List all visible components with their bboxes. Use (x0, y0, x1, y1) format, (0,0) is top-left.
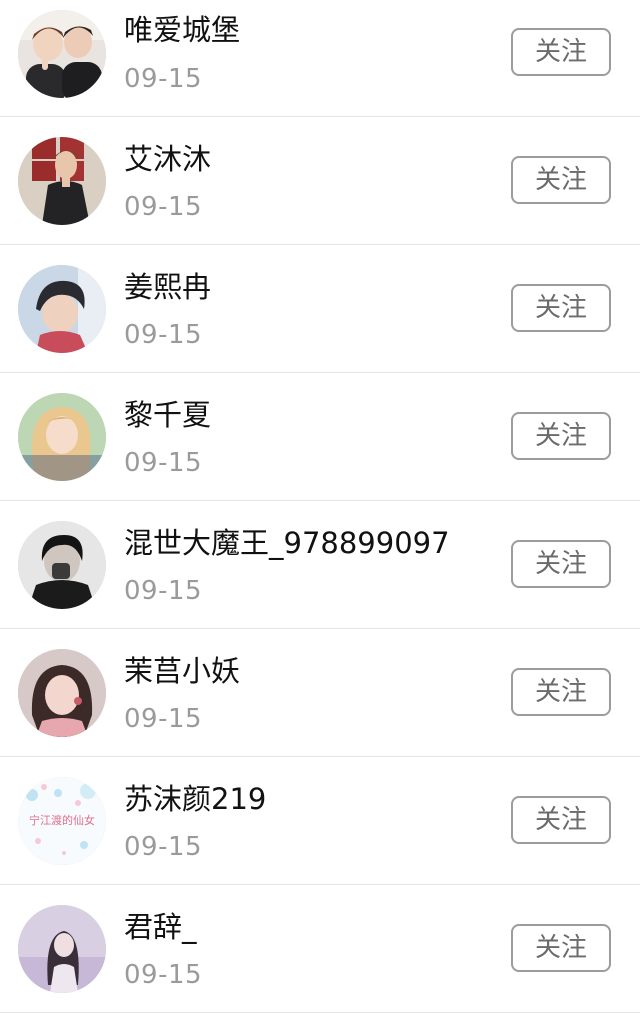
avatar[interactable] (18, 521, 106, 609)
avatar-girl-violet-icon (18, 905, 106, 993)
follow-button[interactable]: 关注 (511, 284, 611, 332)
list-item[interactable]: 宁江渡的仙女 苏沫颜219 09-15 关注 (0, 757, 640, 885)
list-item[interactable]: 唯爱城堡 09-15 关注 (0, 0, 640, 117)
avatar-boy-soft-hair-icon (18, 265, 106, 353)
follow-date: 09-15 (124, 576, 203, 606)
avatar-two-boys-icon (18, 10, 106, 98)
user-name: 混世大魔王_978899097 (124, 526, 450, 560)
follow-date: 09-15 (124, 448, 203, 478)
follow-button[interactable]: 关注 (511, 28, 611, 76)
follow-button[interactable]: 关注 (511, 540, 611, 588)
avatar[interactable] (18, 393, 106, 481)
avatar-boy-black-jacket-icon (18, 137, 106, 225)
follow-button[interactable]: 关注 (511, 156, 611, 204)
follow-date: 09-15 (124, 192, 203, 222)
user-name: 君辞_ (124, 910, 197, 944)
avatar-text: 宁江渡的仙女 (29, 813, 95, 827)
follow-button[interactable]: 关注 (511, 924, 611, 972)
avatar-girl-pink-icon (18, 649, 106, 737)
follow-date: 09-15 (124, 64, 203, 94)
list-item[interactable]: 黎千夏 09-15 关注 (0, 373, 640, 501)
avatar[interactable] (18, 10, 106, 98)
avatar[interactable] (18, 137, 106, 225)
list-item[interactable]: 混世大魔王_978899097 09-15 关注 (0, 501, 640, 629)
avatar-blonde-girl-icon (18, 393, 106, 481)
avatar[interactable] (18, 649, 106, 737)
user-name: 姜熙冉 (124, 270, 212, 304)
follow-date: 09-15 (124, 320, 203, 350)
follow-button[interactable]: 关注 (511, 412, 611, 460)
follow-date: 09-15 (124, 960, 203, 990)
list-item[interactable]: 君辞_ 09-15 关注 (0, 885, 640, 1013)
avatar[interactable] (18, 905, 106, 993)
list-item[interactable]: 茉莒小妖 09-15 关注 (0, 629, 640, 757)
user-name: 艾沐沐 (124, 142, 212, 176)
user-name: 茉莒小妖 (124, 654, 241, 688)
list-item[interactable]: 姜熙冉 09-15 关注 (0, 245, 640, 373)
avatar[interactable] (18, 265, 106, 353)
user-name: 苏沫颜219 (124, 782, 267, 816)
follower-list: 唯爱城堡 09-15 关注 艾沐沐 09-15 关注 姜熙冉 09-15 关注 … (0, 0, 640, 1013)
follow-button[interactable]: 关注 (511, 668, 611, 716)
follow-date: 09-15 (124, 704, 203, 734)
list-item[interactable]: 艾沐沐 09-15 关注 (0, 117, 640, 245)
follow-date: 09-15 (124, 832, 203, 862)
follow-button[interactable]: 关注 (511, 796, 611, 844)
avatar-fairy-text-icon: 宁江渡的仙女 (18, 777, 106, 865)
user-name: 黎千夏 (124, 398, 212, 432)
avatar[interactable]: 宁江渡的仙女 (18, 777, 106, 865)
user-name: 唯爱城堡 (124, 13, 241, 47)
avatar-dark-hooded-icon (18, 521, 106, 609)
